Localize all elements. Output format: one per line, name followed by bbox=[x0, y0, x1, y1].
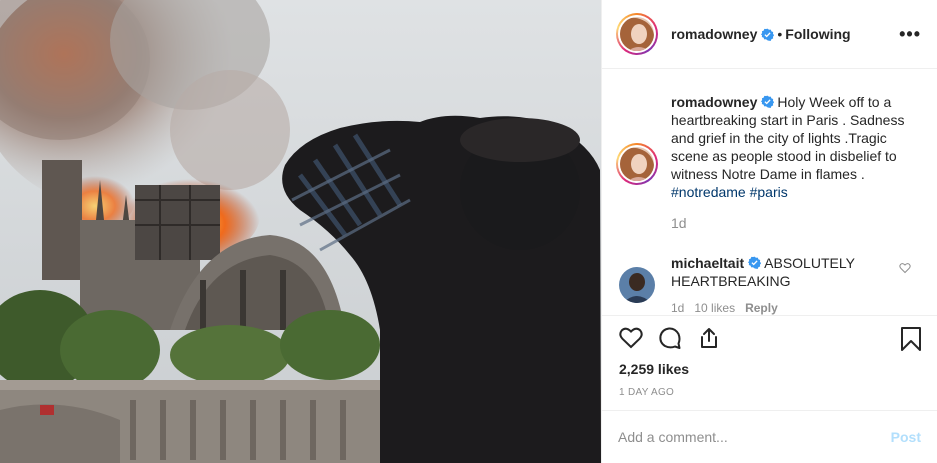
post-side-panel: romadowney • Following ••• romadowney Ho… bbox=[601, 0, 937, 463]
comment-row: michaeltait ABSOLUTELY HEARTBREAKING 1d 1… bbox=[616, 254, 886, 315]
add-comment-input[interactable] bbox=[618, 429, 891, 445]
post-actions: 2,259 likes 1 DAY AGO bbox=[602, 315, 937, 398]
likes-count[interactable]: 2,259 likes bbox=[619, 361, 689, 377]
post-header: romadowney • Following ••• bbox=[602, 0, 937, 69]
caption-row: romadowney Holy Week off to a heartbreaki… bbox=[616, 93, 921, 232]
caption-verified-badge-icon bbox=[761, 95, 775, 108]
following-button[interactable]: Following bbox=[785, 26, 850, 42]
posted-time[interactable]: 1 DAY AGO bbox=[619, 387, 674, 398]
caption-avatar-image bbox=[620, 147, 654, 181]
commenter-avatar[interactable] bbox=[619, 267, 655, 303]
verified-badge-icon bbox=[761, 28, 775, 41]
instagram-post: romadowney • Following ••• romadowney Ho… bbox=[0, 0, 937, 463]
caption-avatar[interactable] bbox=[616, 143, 658, 185]
comment-likes[interactable]: 10 likes bbox=[694, 301, 735, 315]
hashtag-link[interactable]: #paris bbox=[750, 184, 788, 200]
comment-meta: 1d 10 likes Reply bbox=[671, 299, 886, 315]
comment-heart-icon[interactable] bbox=[899, 262, 911, 274]
commenter-username[interactable]: michaeltait bbox=[671, 255, 744, 271]
post-photo[interactable] bbox=[0, 0, 601, 463]
caption-body: romadowney Holy Week off to a heartbreaki… bbox=[671, 93, 921, 232]
author-avatar-image bbox=[620, 17, 654, 51]
notre-dame-fire-image bbox=[0, 0, 601, 463]
post-comment-button[interactable]: Post bbox=[891, 429, 921, 445]
comment-icon[interactable] bbox=[658, 326, 682, 355]
commenter-avatar-image bbox=[619, 267, 655, 303]
comment-time[interactable]: 1d bbox=[671, 301, 684, 315]
comment-body: michaeltait ABSOLUTELY HEARTBREAKING 1d 1… bbox=[671, 254, 886, 315]
heart-icon[interactable] bbox=[619, 326, 643, 355]
bookmark-icon[interactable] bbox=[900, 327, 922, 356]
header-separator: • bbox=[777, 26, 783, 42]
add-comment-bar: Post bbox=[602, 410, 937, 463]
commenter-verified-badge-icon bbox=[748, 256, 762, 269]
share-icon[interactable] bbox=[697, 326, 721, 355]
caption-username[interactable]: romadowney bbox=[671, 94, 757, 110]
more-options-icon[interactable]: ••• bbox=[899, 24, 921, 45]
comments-list[interactable]: romadowney Holy Week off to a heartbreaki… bbox=[602, 70, 937, 315]
hashtag-link[interactable]: #notredame bbox=[671, 184, 746, 200]
author-username[interactable]: romadowney bbox=[671, 26, 757, 42]
author-avatar[interactable] bbox=[616, 13, 658, 55]
comment-reply-button[interactable]: Reply bbox=[745, 301, 778, 315]
caption-time[interactable]: 1d bbox=[671, 214, 921, 232]
